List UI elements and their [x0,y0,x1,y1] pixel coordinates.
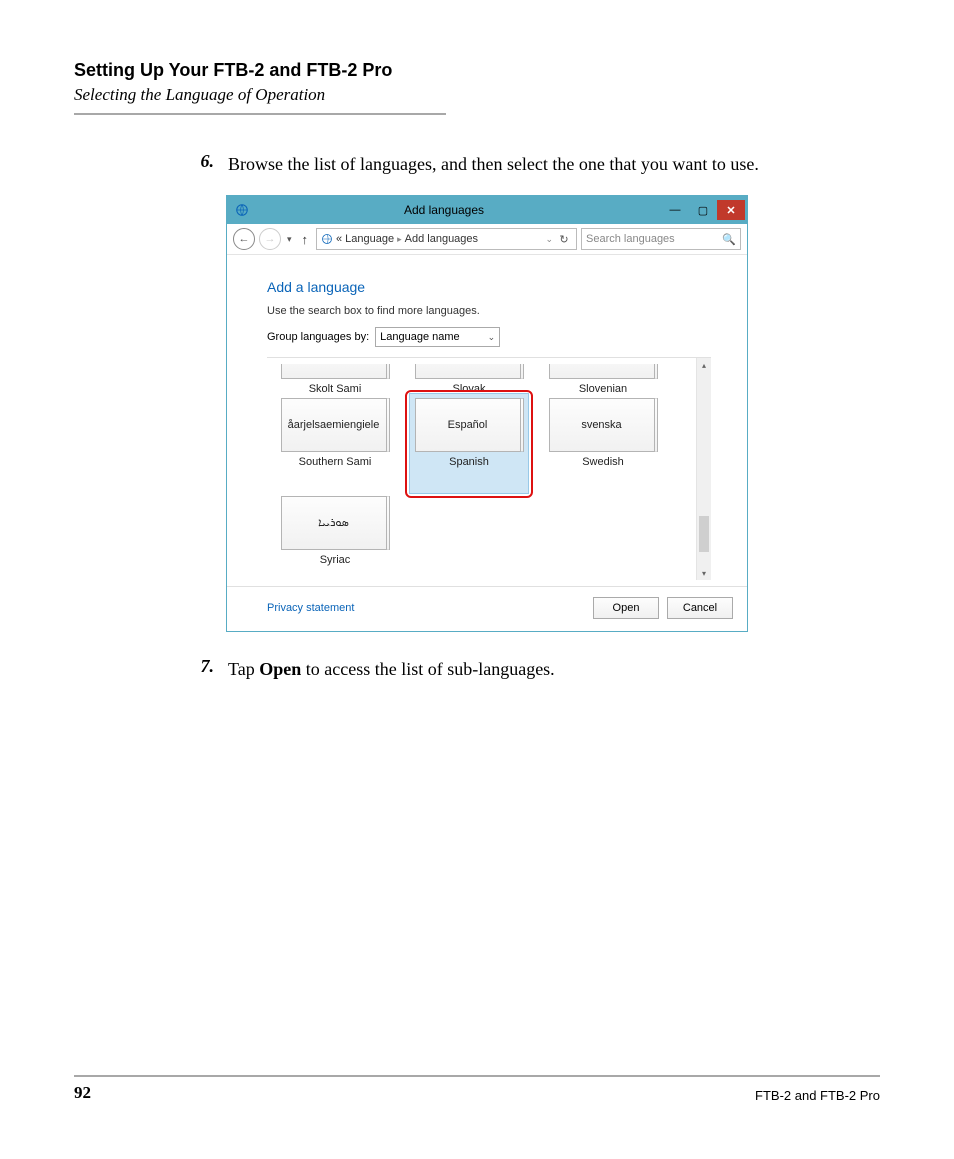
window-title: Add languages [227,203,661,217]
refresh-icon[interactable]: ↻ [556,233,572,246]
language-tile-slovenian[interactable]: Slovenian [539,364,667,398]
add-languages-window: Add languages — ▢ ✕ ← → ▾ ↑ « Language ▸… [226,195,748,632]
address-bar: ← → ▾ ↑ « Language ▸ Add languages ⌄ ↻ S… [227,224,747,255]
language-label: Syriac [320,554,351,566]
open-button[interactable]: Open [593,597,659,619]
step-number: 7. [182,656,228,682]
back-button[interactable]: ← [233,228,255,250]
language-native: åarjel­saemiengiele [288,419,380,431]
breadcrumb[interactable]: « Language ▸ Add languages ⌄ ↻ [316,228,577,250]
language-list: Skolt Sami Slovak Slovenian åarjel­saemi… [267,357,711,580]
scroll-up-icon[interactable]: ▴ [697,358,711,372]
dialog-footer: Privacy statement Open Cancel [227,586,747,631]
breadcrumb-item[interactable]: Language [345,233,394,245]
close-button[interactable]: ✕ [717,200,745,220]
content-subtext: Use the search box to find more language… [267,305,711,317]
scroll-down-icon[interactable]: ▾ [697,566,711,580]
doc-title: Setting Up Your FTB-2 and FTB-2 Pro [74,60,880,81]
history-dropdown-icon[interactable]: ▾ [285,234,294,245]
breadcrumb-dropdown-icon[interactable]: ⌄ [545,234,553,245]
search-placeholder: Search languages [586,233,675,245]
content-area: Add a language Use the search box to fin… [227,255,747,586]
doc-subtitle: Selecting the Language of Operation [74,85,880,105]
up-button[interactable]: ↑ [298,232,313,247]
group-by-select[interactable]: Language name ⌄ [375,327,500,347]
search-icon: 🔍 [722,233,736,246]
step-text: Tap Open to access the list of sub-langu… [228,656,555,682]
language-tile-syriac[interactable]: ܣܘܪܝܝܐ Syriac [271,496,399,568]
language-label: Spanish [449,456,489,468]
product-name: FTB-2 and FTB-2 Pro [755,1088,880,1103]
globe-icon [321,233,333,245]
language-tile-southern-sami[interactable]: åarjel­saemiengiele Southern Sami [271,398,399,496]
scrollbar-thumb[interactable] [699,516,709,552]
maximize-button[interactable]: ▢ [689,200,717,220]
group-by-value: Language name [380,331,460,343]
chevron-right-icon: ▸ [397,234,402,245]
page-number: 92 [74,1083,91,1103]
content-heading: Add a language [267,279,711,295]
step-7: 7. Tap Open to access the list of sub-la… [182,656,880,682]
privacy-link[interactable]: Privacy statement [267,602,354,614]
breadcrumb-root: « [336,233,342,245]
page-footer: 92 FTB-2 and FTB-2 Pro [74,1075,880,1103]
minimize-button[interactable]: — [661,200,689,220]
step-text: Browse the list of languages, and then s… [228,151,759,177]
language-label: Southern Sami [299,456,372,468]
language-tile-swedish[interactable]: svenska Swedish [539,398,667,496]
language-native: svenska [581,419,621,431]
language-native: ܣܘܪܝܝܐ [318,517,349,530]
language-label: Skolt Sami [309,383,362,395]
step-number: 6. [182,151,228,177]
language-label: Swedish [582,456,624,468]
forward-button[interactable]: → [259,228,281,250]
group-by-label: Group languages by: [267,331,369,343]
step-6: 6. Browse the list of languages, and the… [182,151,880,177]
chevron-down-icon: ⌄ [488,332,496,343]
cancel-button[interactable]: Cancel [667,597,733,619]
titlebar[interactable]: Add languages — ▢ ✕ [227,196,747,224]
breadcrumb-item[interactable]: Add languages [405,233,478,245]
language-tile-skolt-sami[interactable]: Skolt Sami [271,364,399,398]
search-input[interactable]: Search languages 🔍 [581,228,741,250]
language-tile-spanish[interactable]: Español Spanish [405,398,533,496]
window-buttons: — ▢ ✕ [661,200,747,220]
scrollbar[interactable]: ▴ ▾ [696,358,711,580]
divider [74,113,446,115]
language-native: Español [448,419,488,431]
language-label: Slovenian [579,383,627,395]
